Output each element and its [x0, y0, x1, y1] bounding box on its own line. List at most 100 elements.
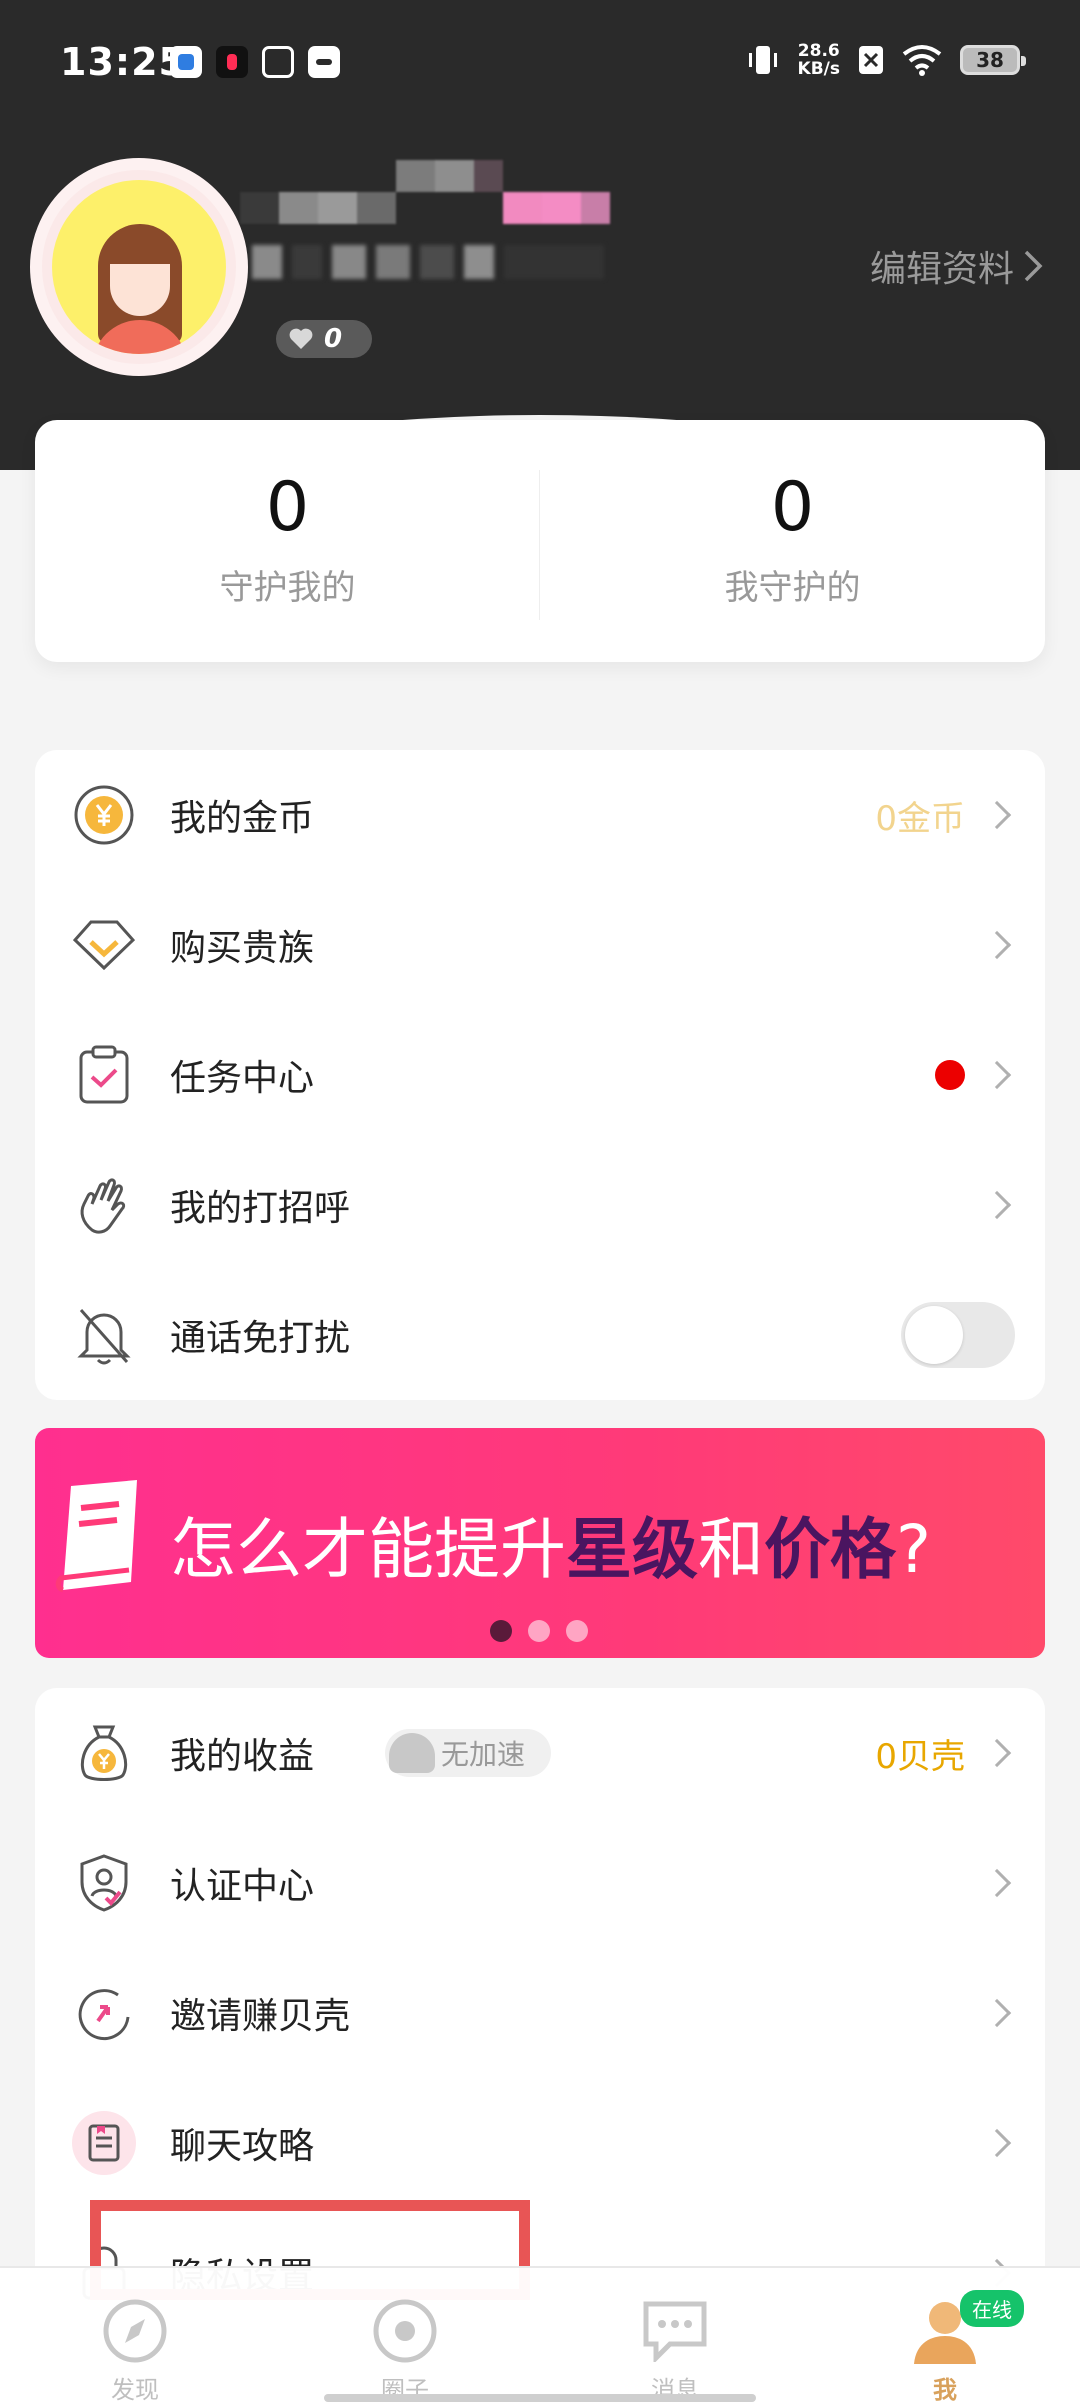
menu-item-label: 购买贵族 [170, 928, 315, 969]
chevron-right-icon [982, 2128, 1012, 2158]
chevron-right-icon [982, 800, 1012, 830]
shopping-bag-icon [308, 46, 340, 78]
nav-tab-me[interactable]: 我 在线 [810, 2268, 1080, 2408]
menu-item-label: 通话免打扰 [170, 1318, 351, 1359]
app-notification-icon [262, 46, 294, 78]
book-icon [55, 1480, 137, 1593]
edit-profile-button[interactable]: 编辑资料 [870, 240, 1044, 292]
stat-label: 我守护的 [724, 567, 861, 608]
coin-balance: 0金币 [875, 798, 965, 839]
notification-red-dot [935, 1060, 965, 1090]
heart-icon [289, 328, 313, 349]
nav-tab-label: 发现 [111, 2376, 159, 2404]
menu-item-coins[interactable]: 我的金币 0金币 [35, 750, 1045, 880]
nav-tab-circle[interactable]: 圈子 [270, 2268, 540, 2408]
menu-item-chat-guide[interactable]: 聊天攻略 [35, 2078, 1045, 2208]
avatar-illustration [52, 180, 226, 354]
chevron-right-icon [982, 1738, 1012, 1768]
menu-item-right: 0金币 [875, 791, 1015, 840]
clipboard-icon [71, 1042, 137, 1108]
menu-item-earnings[interactable]: 我的收益 无加速 0贝壳 [35, 1688, 1045, 1818]
username-blurred [240, 160, 611, 224]
status-bar: 13:25 28.6 KB/s 38 [0, 0, 1080, 125]
user-info-blurred [252, 245, 672, 289]
boost-status-label: 无加速 [441, 1738, 526, 1771]
chat-guide-icon [71, 2110, 137, 2176]
banner-text-part: 和 [698, 1511, 764, 1588]
menu-item-label: 我的收益 [170, 1736, 315, 1777]
edit-profile-label: 编辑资料 [869, 249, 1014, 290]
stat-i-guard[interactable]: 0 我守护的 [540, 420, 1045, 662]
carousel-dot[interactable] [490, 1620, 512, 1642]
nav-tab-messages[interactable]: 消息 [540, 2268, 810, 2408]
carousel-dots [490, 1620, 588, 1642]
stat-value: 0 [265, 467, 310, 547]
dnd-toggle[interactable] [901, 1302, 1015, 1368]
carousel-dot[interactable] [528, 1620, 550, 1642]
shell-balance: 0贝壳 [875, 1736, 965, 1777]
guard-stats-card: 0 守护我的 0 我守护的 [35, 420, 1045, 662]
money-bag-icon [71, 1720, 137, 1786]
banner-text-part: 怎么才能提升 [170, 1511, 566, 1588]
menu-item-right [935, 1060, 1015, 1090]
boost-status-badge: 无加速 [385, 1729, 552, 1777]
stat-divider [539, 470, 540, 620]
menu-item-right [901, 1302, 1015, 1368]
coin-icon [71, 782, 137, 848]
menu-item-right [982, 2128, 1015, 2158]
menu-item-label: 任务中心 [170, 1058, 315, 1099]
menu-item-call-dnd: 通话免打扰 [35, 1270, 1045, 1400]
refresh-share-icon [71, 1980, 137, 2046]
chevron-right-icon [982, 1998, 1012, 2028]
compass-icon [102, 2298, 168, 2364]
chevron-right-icon [982, 930, 1012, 960]
diamond-icon [71, 912, 137, 978]
menu-item-task-center[interactable]: 任务中心 [35, 1010, 1045, 1140]
status-app-icons [170, 46, 340, 78]
network-speed-value: 28.6 [797, 41, 840, 61]
avatar[interactable] [30, 158, 248, 376]
menu-item-label: 聊天攻略 [170, 2126, 315, 2167]
menu-item-invite[interactable]: 邀请赚贝壳 [35, 1948, 1045, 2078]
menu-item-right [982, 1998, 1015, 2028]
stat-label: 守护我的 [219, 567, 356, 608]
app-notification-icon [170, 46, 202, 78]
status-time: 13:25 [60, 40, 186, 84]
menu-item-buy-noble[interactable]: 购买贵族 [35, 880, 1045, 1010]
bell-off-icon [71, 1302, 137, 1368]
chevron-right-icon [1024, 250, 1043, 282]
nav-tab-label: 我 [933, 2376, 957, 2404]
menu-item-right [982, 1868, 1015, 1898]
bottom-navigation: 发现 圈子 消息 我 在线 [0, 2266, 1080, 2408]
wave-hand-icon [71, 1172, 137, 1238]
stat-value: 0 [770, 467, 815, 547]
menu-item-verification[interactable]: 认证中心 [35, 1818, 1045, 1948]
toggle-knob [905, 1306, 963, 1364]
menu-item-right: 0贝壳 [875, 1729, 1015, 1778]
wifi-icon [902, 45, 942, 76]
vibrate-icon [748, 46, 777, 74]
menu-item-greetings[interactable]: 我的打招呼 [35, 1140, 1045, 1270]
stat-guarding-me[interactable]: 0 守护我的 [35, 420, 540, 662]
tiktok-icon [216, 46, 248, 78]
primary-menu-card: 我的金币 0金币 购买贵族 任务中心 我的打招呼 通话免打扰 [35, 750, 1045, 1400]
nav-tab-discover[interactable]: 发现 [0, 2268, 270, 2408]
chevron-right-icon [982, 1060, 1012, 1090]
status-indicators: 28.6 KB/s 38 [746, 41, 1026, 79]
home-indicator[interactable] [324, 2394, 756, 2402]
promo-banner[interactable]: 怎么才能提升星级和价格? [35, 1428, 1045, 1658]
circle-icon [372, 2298, 438, 2364]
menu-item-right [982, 1190, 1015, 1220]
menu-item-label: 我的金币 [170, 798, 315, 839]
banner-text: 怎么才能提升星级和价格? [170, 1496, 931, 1592]
battery-indicator: 38 [960, 45, 1026, 75]
chevron-right-icon [982, 1190, 1012, 1220]
network-speed-unit: KB/s [797, 59, 840, 79]
banner-text-emphasis: 星级 [566, 1511, 698, 1588]
likes-count: 0 [324, 324, 343, 354]
carousel-dot[interactable] [566, 1620, 588, 1642]
menu-item-right [982, 930, 1015, 960]
sim-blocked-icon [859, 46, 883, 74]
menu-item-label: 我的打招呼 [170, 1188, 351, 1229]
chevron-right-icon [982, 1868, 1012, 1898]
